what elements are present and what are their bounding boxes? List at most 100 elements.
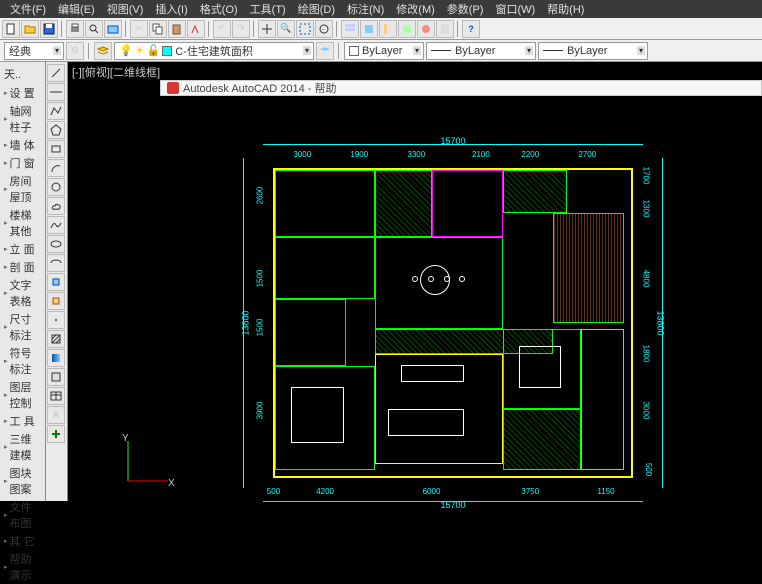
palette-item[interactable]: 立 面 bbox=[2, 240, 43, 258]
chair bbox=[428, 276, 434, 282]
menu-file[interactable]: 文件(F) bbox=[4, 1, 52, 17]
palette-item[interactable]: 门 窗 bbox=[2, 154, 43, 172]
ellipse-tool[interactable] bbox=[47, 235, 65, 253]
layer-manager-button[interactable] bbox=[94, 42, 112, 60]
palette-item[interactable]: 其 它 bbox=[2, 532, 43, 550]
palette-item[interactable]: 剖 面 bbox=[2, 258, 43, 276]
ellipse-arc-tool[interactable] bbox=[47, 254, 65, 272]
menu-view[interactable]: 视图(V) bbox=[101, 1, 150, 17]
circle-tool[interactable] bbox=[47, 178, 65, 196]
dining-room bbox=[375, 237, 503, 329]
room bbox=[432, 170, 503, 237]
copy-button[interactable] bbox=[149, 20, 167, 38]
bed bbox=[519, 346, 561, 389]
main-area: 天.. 设 置 轴网柱子 墙 体 门 窗 房间屋顶 楼梯其他 立 面 剖 面 文… bbox=[0, 62, 762, 501]
separator bbox=[208, 21, 210, 37]
print-button[interactable] bbox=[66, 20, 84, 38]
undo-button[interactable]: ↶ bbox=[213, 20, 231, 38]
help-button[interactable]: ? bbox=[462, 20, 480, 38]
dim-right-seg: 4800 bbox=[642, 269, 651, 287]
table-tool[interactable] bbox=[47, 387, 65, 405]
palette-item[interactable]: 符号标注 bbox=[2, 344, 43, 378]
properties-button[interactable] bbox=[341, 20, 359, 38]
tool-palette-button[interactable] bbox=[379, 20, 397, 38]
gradient-tool[interactable] bbox=[47, 349, 65, 367]
zoom-prev-button[interactable]: - bbox=[315, 20, 333, 38]
color-combo[interactable]: ByLayer bbox=[344, 42, 424, 60]
standard-toolbar: ✂ ↶ ↷ 🔍 - ? bbox=[0, 18, 762, 40]
palette-item[interactable]: 三维建模 bbox=[2, 430, 43, 464]
autodesk-icon bbox=[167, 82, 179, 94]
dim-top-seg: 2700 bbox=[578, 150, 596, 159]
zoom-button[interactable]: 🔍 bbox=[277, 20, 295, 38]
menu-dimension[interactable]: 标注(N) bbox=[341, 1, 390, 17]
menu-format[interactable]: 格式(O) bbox=[194, 1, 244, 17]
make-block-tool[interactable] bbox=[47, 292, 65, 310]
palette-item[interactable]: 文字表格 bbox=[2, 276, 43, 310]
text-tool[interactable]: A bbox=[47, 406, 65, 424]
palette-item[interactable]: 房间屋顶 bbox=[2, 172, 43, 206]
workspace-settings-icon[interactable]: ⚙ bbox=[66, 42, 84, 60]
polyline-tool[interactable] bbox=[47, 102, 65, 120]
redo-button[interactable]: ↷ bbox=[232, 20, 250, 38]
palette-item[interactable]: 图块图案 bbox=[2, 464, 43, 498]
menu-window[interactable]: 窗口(W) bbox=[489, 1, 541, 17]
xline-tool[interactable] bbox=[47, 83, 65, 101]
menu-modify[interactable]: 修改(M) bbox=[390, 1, 441, 17]
model-viewport[interactable]: [-][俯视][二维线框] Autodesk AutoCAD 2014 - 帮助… bbox=[68, 62, 762, 501]
polygon-tool[interactable] bbox=[47, 121, 65, 139]
open-button[interactable] bbox=[21, 20, 39, 38]
save-button[interactable] bbox=[40, 20, 58, 38]
palette-item[interactable]: 设 置 bbox=[2, 84, 43, 102]
publish-button[interactable] bbox=[104, 20, 122, 38]
layer-combo[interactable]: 💡 ☀ 🔓 C-住宅建筑面积 bbox=[114, 42, 314, 60]
point-tool[interactable] bbox=[47, 311, 65, 329]
calc-button[interactable] bbox=[436, 20, 454, 38]
insert-block-tool[interactable] bbox=[47, 273, 65, 291]
separator bbox=[253, 21, 255, 37]
new-button[interactable] bbox=[2, 20, 20, 38]
rectangle-tool[interactable] bbox=[47, 140, 65, 158]
palette-item[interactable]: 轴网柱子 bbox=[2, 102, 43, 136]
palette-item[interactable]: 图层控制 bbox=[2, 378, 43, 412]
addselected-tool[interactable] bbox=[47, 425, 65, 443]
palette-item[interactable]: 尺寸标注 bbox=[2, 310, 43, 344]
zoom-window-button[interactable] bbox=[296, 20, 314, 38]
markup-button[interactable] bbox=[417, 20, 435, 38]
room bbox=[275, 237, 375, 298]
layer-prev-button[interactable] bbox=[316, 42, 334, 60]
menu-insert[interactable]: 插入(I) bbox=[149, 1, 193, 17]
menu-help[interactable]: 帮助(H) bbox=[541, 1, 590, 17]
match-button[interactable] bbox=[187, 20, 205, 38]
linetype-combo[interactable]: ByLayer bbox=[426, 42, 536, 60]
palette-item[interactable]: 工 具 bbox=[2, 412, 43, 430]
spline-tool[interactable] bbox=[47, 216, 65, 234]
design-center-button[interactable] bbox=[360, 20, 378, 38]
hatch-tool[interactable] bbox=[47, 330, 65, 348]
dim-top-seg: 2100 bbox=[472, 150, 490, 159]
menu-edit[interactable]: 编辑(E) bbox=[52, 1, 101, 17]
palette-item[interactable]: 墙 体 bbox=[2, 136, 43, 154]
menu-tools[interactable]: 工具(T) bbox=[244, 1, 292, 17]
viewport-label[interactable]: [-][俯视][二维线框] bbox=[72, 64, 160, 80]
region-tool[interactable] bbox=[47, 368, 65, 386]
menu-parametric[interactable]: 参数(P) bbox=[441, 1, 490, 17]
layer-color-swatch bbox=[162, 46, 172, 56]
line-tool[interactable] bbox=[47, 64, 65, 82]
cut-button[interactable]: ✂ bbox=[130, 20, 148, 38]
paste-button[interactable] bbox=[168, 20, 186, 38]
palette-item[interactable]: 文件布图 bbox=[2, 498, 43, 532]
pan-button[interactable] bbox=[258, 20, 276, 38]
menu-draw[interactable]: 绘图(D) bbox=[292, 1, 341, 17]
sheet-set-button[interactable] bbox=[398, 20, 416, 38]
lineweight-combo[interactable]: ByLayer bbox=[538, 42, 648, 60]
palette-item[interactable]: 帮助演示 bbox=[2, 550, 43, 584]
preview-button[interactable] bbox=[85, 20, 103, 38]
workspace-combo[interactable]: 经典 bbox=[4, 42, 64, 60]
dim-bot-seg: 500 bbox=[267, 487, 280, 496]
revcloud-tool[interactable] bbox=[47, 197, 65, 215]
exterior-walls bbox=[273, 168, 633, 478]
help-panel[interactable]: Autodesk AutoCAD 2014 - 帮助 bbox=[160, 80, 762, 96]
arc-tool[interactable] bbox=[47, 159, 65, 177]
palette-item[interactable]: 楼梯其他 bbox=[2, 206, 43, 240]
